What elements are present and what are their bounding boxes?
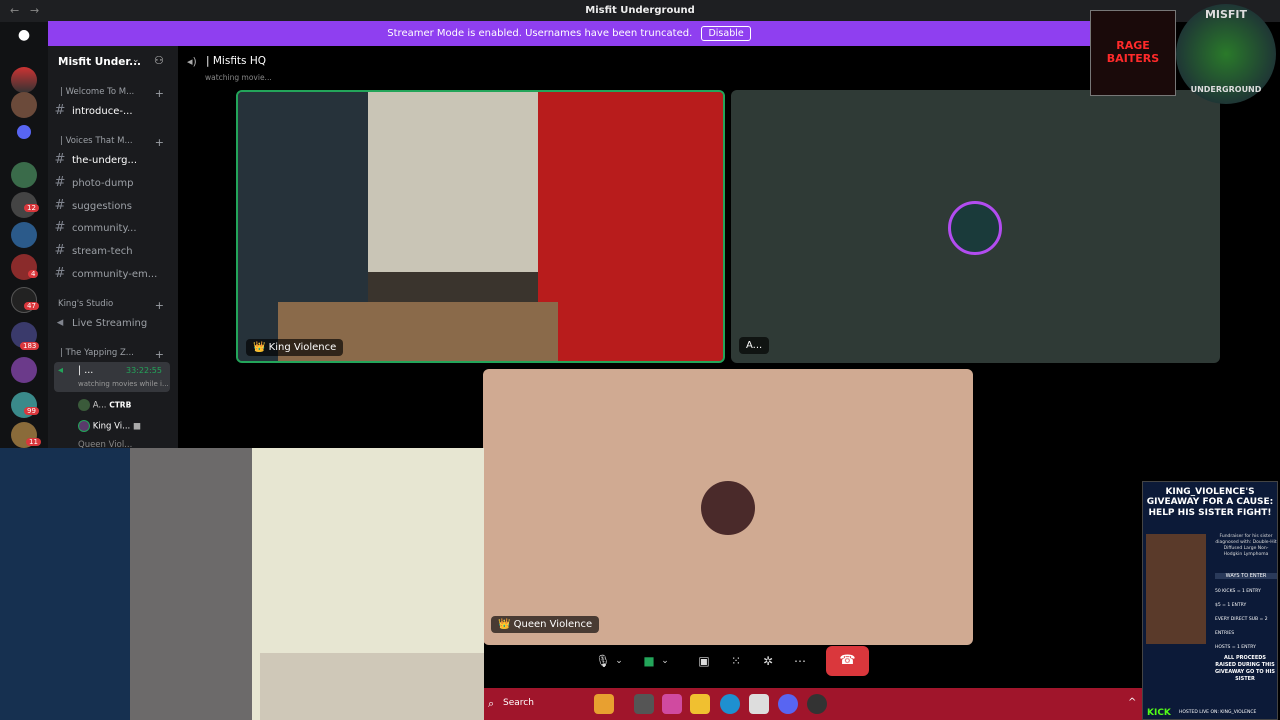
video-tile-king[interactable]: 👑 King Violence [236, 90, 725, 363]
server-icon[interactable] [11, 92, 37, 118]
channel-community-em[interactable]: # community-em... [48, 264, 178, 284]
server-rail: ● 12 4 47 183 99 11 [0, 22, 48, 450]
obs-icon[interactable] [807, 694, 827, 714]
widget-icon[interactable] [594, 694, 614, 714]
add-channel-icon[interactable]: + [155, 136, 164, 149]
misfit-underground-logo: MISFIT UNDERGROUND [1176, 4, 1276, 104]
hash-icon: # [54, 220, 66, 235]
mention-badge: 47 [24, 302, 39, 310]
discord-taskbar-icon[interactable] [778, 694, 798, 714]
speaker-icon: ◂) [187, 55, 197, 68]
hash-icon: # [54, 175, 66, 190]
channel-sidebar: Misfit Under... ⌄ ⚇ | Welcome To M... + #… [48, 46, 178, 450]
folder-icon[interactable] [17, 125, 31, 139]
mention-badge: 183 [20, 342, 40, 350]
add-channel-icon[interactable]: + [155, 87, 164, 100]
category-yapping[interactable]: | The Yapping Z... + [48, 348, 178, 361]
disconnect-button[interactable]: ☎ [826, 646, 869, 676]
channel-header-status[interactable]: watching movie... [205, 73, 272, 82]
taskbar-search[interactable]: Search [503, 698, 534, 708]
speaker-icon: ◂ [56, 315, 64, 330]
channel-introduce[interactable]: # introduce-... [48, 101, 178, 121]
camera-icon: ■ [132, 421, 141, 432]
video-feed [538, 92, 723, 361]
channel-stream-tech[interactable]: # stream-tech [48, 241, 178, 261]
server-icon[interactable] [11, 67, 37, 93]
hash-icon: # [54, 198, 66, 213]
call-timer: 33:22:55 [126, 366, 162, 375]
search-icon: ⌕ [488, 697, 495, 710]
taskbar: ⌕ Search ^ [484, 688, 1142, 720]
chevron-down-icon[interactable]: ⌄ [132, 55, 140, 65]
discord-home-icon[interactable]: ● [12, 27, 36, 45]
channel-the-underground[interactable]: # the-underg... [48, 150, 178, 170]
server-icon[interactable] [11, 222, 37, 248]
hash-icon: # [54, 266, 66, 281]
current-voice-channel[interactable]: ◂ | ... 33:22:55 watching movies while i… [54, 362, 170, 392]
category-kings-studio[interactable]: King's Studio + [48, 299, 178, 312]
host-photo [1146, 534, 1206, 644]
video-tile-queen[interactable]: 👑 Queen Violence [483, 369, 973, 645]
server-icon[interactable] [11, 357, 37, 383]
voice-channel-name: | ... [78, 365, 94, 376]
mention-badge: 11 [26, 438, 41, 446]
server-name[interactable]: Misfit Under... [58, 56, 141, 68]
banner-text: Streamer Mode is enabled. Usernames have… [387, 28, 693, 39]
mention-badge: 4 [28, 270, 39, 278]
edge-icon[interactable] [720, 694, 740, 714]
voice-user[interactable]: King Vi... ■ [78, 420, 141, 432]
channel-photo-dump[interactable]: # photo-dump [48, 173, 178, 193]
participant-name: 👑 King Violence [246, 339, 344, 356]
rage-baiters-logo: RAGE BAITERS [1090, 10, 1176, 96]
mention-badge: 99 [24, 407, 39, 415]
title-bar: ← → Misfit Underground [0, 0, 1280, 22]
hash-icon: # [54, 243, 66, 258]
webcam-overlay [0, 448, 484, 720]
speaker-icon: ◂ [58, 365, 64, 376]
more-options-icon[interactable]: ⋯ [787, 648, 813, 674]
add-member-icon[interactable]: ⚇ [154, 54, 164, 67]
avatar [78, 399, 90, 411]
soundboard-icon[interactable]: ✲ [755, 648, 781, 674]
voice-user[interactable]: A... CTRB [78, 399, 131, 411]
video-tile-a[interactable]: A... [731, 90, 1220, 363]
category-welcome[interactable]: | Welcome To M... + [48, 87, 178, 100]
screen-share-icon[interactable]: ▣ [691, 648, 717, 674]
category-voices[interactable]: | Voices That M... + [48, 136, 178, 149]
hash-icon: # [54, 103, 66, 118]
hash-icon: # [54, 152, 66, 167]
channel-header-title: | Misfits HQ [206, 55, 267, 67]
mention-badge: 12 [24, 204, 39, 212]
giveaway-panel: KING_VIOLENCE'S GIVEAWAY FOR A CAUSE: HE… [1142, 481, 1278, 720]
task-view-icon[interactable] [634, 694, 654, 714]
add-channel-icon[interactable]: + [155, 299, 164, 312]
chevron-up-icon[interactable]: ^ [1128, 697, 1136, 708]
disable-button[interactable]: Disable [701, 26, 751, 41]
copilot-icon[interactable] [662, 694, 682, 714]
hang-up-icon: ☎ [839, 653, 856, 668]
store-icon[interactable] [749, 694, 769, 714]
avatar [701, 481, 755, 535]
channel-suggestions[interactable]: # suggestions [48, 196, 178, 216]
avatar [78, 420, 90, 432]
chevron-down-icon[interactable]: ⌄ [612, 648, 626, 674]
channel-community[interactable]: # community... [48, 218, 178, 238]
file-explorer-icon[interactable] [690, 694, 710, 714]
chevron-down-icon[interactable]: ⌄ [658, 648, 672, 674]
streamer-mode-banner: Streamer Mode is enabled. Usernames have… [48, 21, 1090, 46]
avatar [948, 201, 1002, 255]
participant-name: A... [739, 337, 770, 354]
activities-icon[interactable]: ⁙ [723, 648, 749, 674]
add-channel-icon[interactable]: + [155, 348, 164, 361]
channel-status: watching movies while i... [78, 380, 169, 388]
participant-name: 👑 Queen Violence [491, 616, 600, 633]
voice-channel-live-streaming[interactable]: ◂ Live Streaming [48, 313, 178, 333]
server-icon[interactable] [11, 162, 37, 188]
window-title: Misfit Underground [585, 5, 695, 16]
